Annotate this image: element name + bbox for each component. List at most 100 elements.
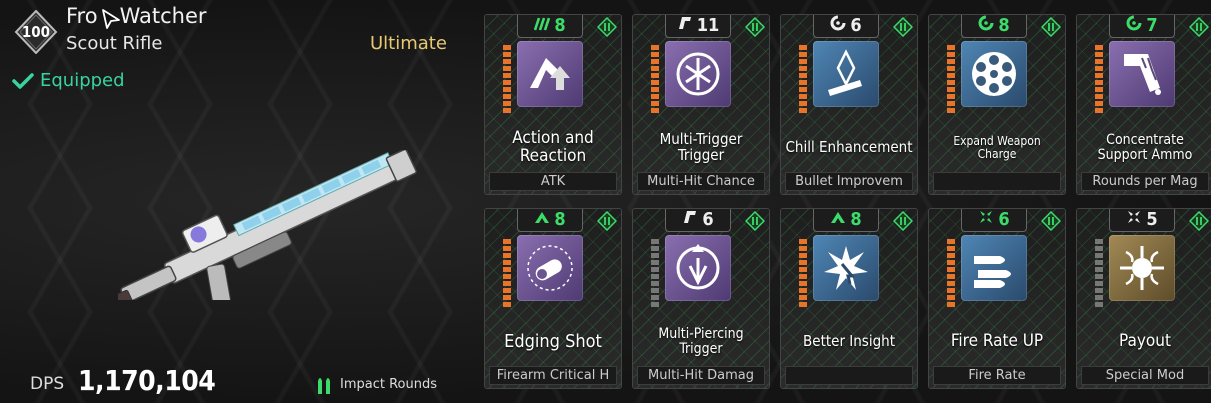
mod-cost-value: 7 bbox=[1146, 14, 1158, 36]
mod-cost: 8 bbox=[961, 14, 1027, 38]
mod-cost-value: 8 bbox=[554, 208, 566, 230]
mod-cost-value: 8 bbox=[850, 208, 862, 230]
mod-card-9[interactable]: 6 Fire Rate UP Fire Rate bbox=[928, 208, 1066, 389]
mod-cost: 8 bbox=[517, 208, 583, 232]
mod-card-8[interactable]: 8 Better Insight bbox=[780, 208, 918, 389]
bullets-icon bbox=[961, 235, 1027, 301]
mod-name: Multi-Piercing Trigger bbox=[658, 326, 744, 357]
socket-polarity-icon bbox=[1189, 211, 1209, 231]
chevron-icon bbox=[534, 209, 550, 230]
mod-name: Action and Reaction bbox=[512, 128, 594, 166]
weapon-name-part1: Fro bbox=[66, 4, 98, 28]
socket-polarity-icon bbox=[745, 211, 765, 231]
mod-stat: ATK bbox=[489, 172, 617, 191]
mod-card-6[interactable]: 8 Edging Shot Firearm Critical H bbox=[484, 208, 622, 389]
c-icon bbox=[830, 15, 846, 36]
checkmark-icon bbox=[12, 72, 34, 89]
mod-rank-bars bbox=[1095, 45, 1103, 113]
ammo-icon bbox=[318, 378, 330, 394]
mod-card-5[interactable]: 7 Concentrate Support Ammo Rounds per Ma… bbox=[1076, 14, 1211, 195]
mod-stat: Fire Rate bbox=[933, 366, 1061, 385]
weapon-name-part2: Watcher bbox=[119, 4, 207, 28]
mod-rank-bars bbox=[503, 45, 511, 113]
mod-stat bbox=[933, 172, 1061, 191]
socket-polarity-icon bbox=[597, 17, 617, 37]
mod-cost: 11 bbox=[665, 14, 731, 38]
revolver-cylinder-icon bbox=[961, 41, 1027, 107]
cross-icon bbox=[1126, 209, 1142, 230]
mod-rank-bars bbox=[503, 239, 511, 307]
mod-rank-bars bbox=[651, 45, 659, 113]
mod-card-1[interactable]: 8 Action and Reaction ATK bbox=[484, 14, 622, 195]
socket-polarity-icon bbox=[1041, 17, 1061, 37]
c-icon bbox=[1126, 15, 1142, 36]
mod-cost-value: 5 bbox=[1146, 208, 1158, 230]
mod-card-3[interactable]: 6 Chill Enhancement Bullet Improvem bbox=[780, 14, 918, 195]
mod-cost: 8 bbox=[517, 14, 583, 38]
mod-name: Edging Shot bbox=[504, 330, 602, 352]
socket-polarity-icon bbox=[745, 17, 765, 37]
chill-icon bbox=[813, 41, 879, 107]
weapon-name: Fro Watcher bbox=[66, 4, 207, 28]
mod-cost: 6 bbox=[961, 208, 1027, 232]
mod-name: Expand Weapon Charge bbox=[953, 134, 1041, 161]
mod-name: Fire Rate UP bbox=[950, 331, 1044, 352]
mod-cost: 7 bbox=[1109, 14, 1175, 38]
mod-cost-value: 8 bbox=[554, 14, 566, 36]
mod-cost: 8 bbox=[813, 208, 879, 232]
edging-shot-icon bbox=[517, 235, 583, 301]
mod-stat: Firearm Critical H bbox=[489, 366, 617, 385]
multi-trigger-icon bbox=[665, 41, 731, 107]
mod-cost: 6 bbox=[665, 209, 731, 232]
socket-polarity-icon bbox=[1189, 17, 1209, 37]
mod-card-10[interactable]: 5 Payout Special Mod bbox=[1076, 208, 1211, 389]
multi-piercing-icon bbox=[665, 235, 731, 301]
triple-bar-icon bbox=[534, 15, 551, 36]
mod-card-7[interactable]: 6 Multi-Piercing Trigger Multi-Hit Damag bbox=[632, 208, 770, 389]
mod-cost: 6 bbox=[813, 14, 879, 38]
ammo-type: Impact Rounds bbox=[316, 373, 437, 395]
mod-stat bbox=[785, 366, 913, 385]
action-reaction-icon bbox=[517, 41, 583, 107]
weapon-type: Scout Rifle bbox=[66, 33, 163, 54]
ammo-belt-icon bbox=[1109, 41, 1175, 107]
mod-grid: 8 Action and Reaction ATK 11 Multi-Trigg… bbox=[484, 14, 1211, 389]
scout-rifle-image bbox=[118, 150, 417, 300]
socket-polarity-icon bbox=[1041, 211, 1061, 231]
socket-polarity-icon bbox=[893, 211, 913, 231]
equipped-label: Equipped bbox=[40, 70, 125, 91]
mod-cost-value: 6 bbox=[850, 14, 862, 36]
mod-stat: Bullet Improvem bbox=[785, 172, 913, 191]
dps-label: DPS bbox=[30, 374, 65, 394]
mod-stat: Rounds per Mag bbox=[1081, 172, 1209, 191]
socket-polarity-icon bbox=[597, 211, 617, 231]
mod-cost-value: 8 bbox=[998, 14, 1010, 36]
mod-rank-bars bbox=[1095, 239, 1103, 307]
level-badge: 100 bbox=[14, 10, 58, 54]
socket-polarity-icon bbox=[893, 17, 913, 37]
mod-stat: Multi-Hit Damag bbox=[637, 366, 765, 385]
mod-card-4[interactable]: 8 Expand Weapon Charge bbox=[928, 14, 1066, 195]
chevron-icon bbox=[830, 209, 846, 230]
mod-stat: Multi-Hit Chance bbox=[637, 172, 765, 191]
mod-name: Chill Enhancement bbox=[785, 138, 913, 157]
mod-name: Payout bbox=[1119, 331, 1171, 352]
mod-rank-bars bbox=[799, 239, 807, 307]
level-value: 100 bbox=[21, 23, 51, 41]
dps-value: 1,170,104 bbox=[78, 364, 216, 397]
mod-card-2[interactable]: 11 Multi-Trigger Trigger Multi-Hit Chanc… bbox=[632, 14, 770, 195]
mod-rank-bars bbox=[651, 239, 659, 307]
insight-icon bbox=[813, 235, 879, 301]
mod-cost-value: 6 bbox=[998, 208, 1010, 230]
mod-stat: Special Mod bbox=[1081, 366, 1209, 385]
ammo-type-label: Impact Rounds bbox=[340, 376, 437, 392]
mod-name: Multi-Trigger Trigger bbox=[659, 130, 743, 164]
mod-cost: 5 bbox=[1109, 208, 1175, 232]
payout-icon bbox=[1109, 235, 1175, 301]
rarity-label: Ultimate bbox=[370, 33, 447, 54]
mouse-cursor-icon bbox=[102, 9, 120, 29]
mod-cost-value: 11 bbox=[696, 14, 720, 36]
mod-rank-bars bbox=[799, 45, 807, 113]
mod-name: Better Insight bbox=[803, 332, 895, 351]
trigger-icon bbox=[682, 209, 698, 230]
